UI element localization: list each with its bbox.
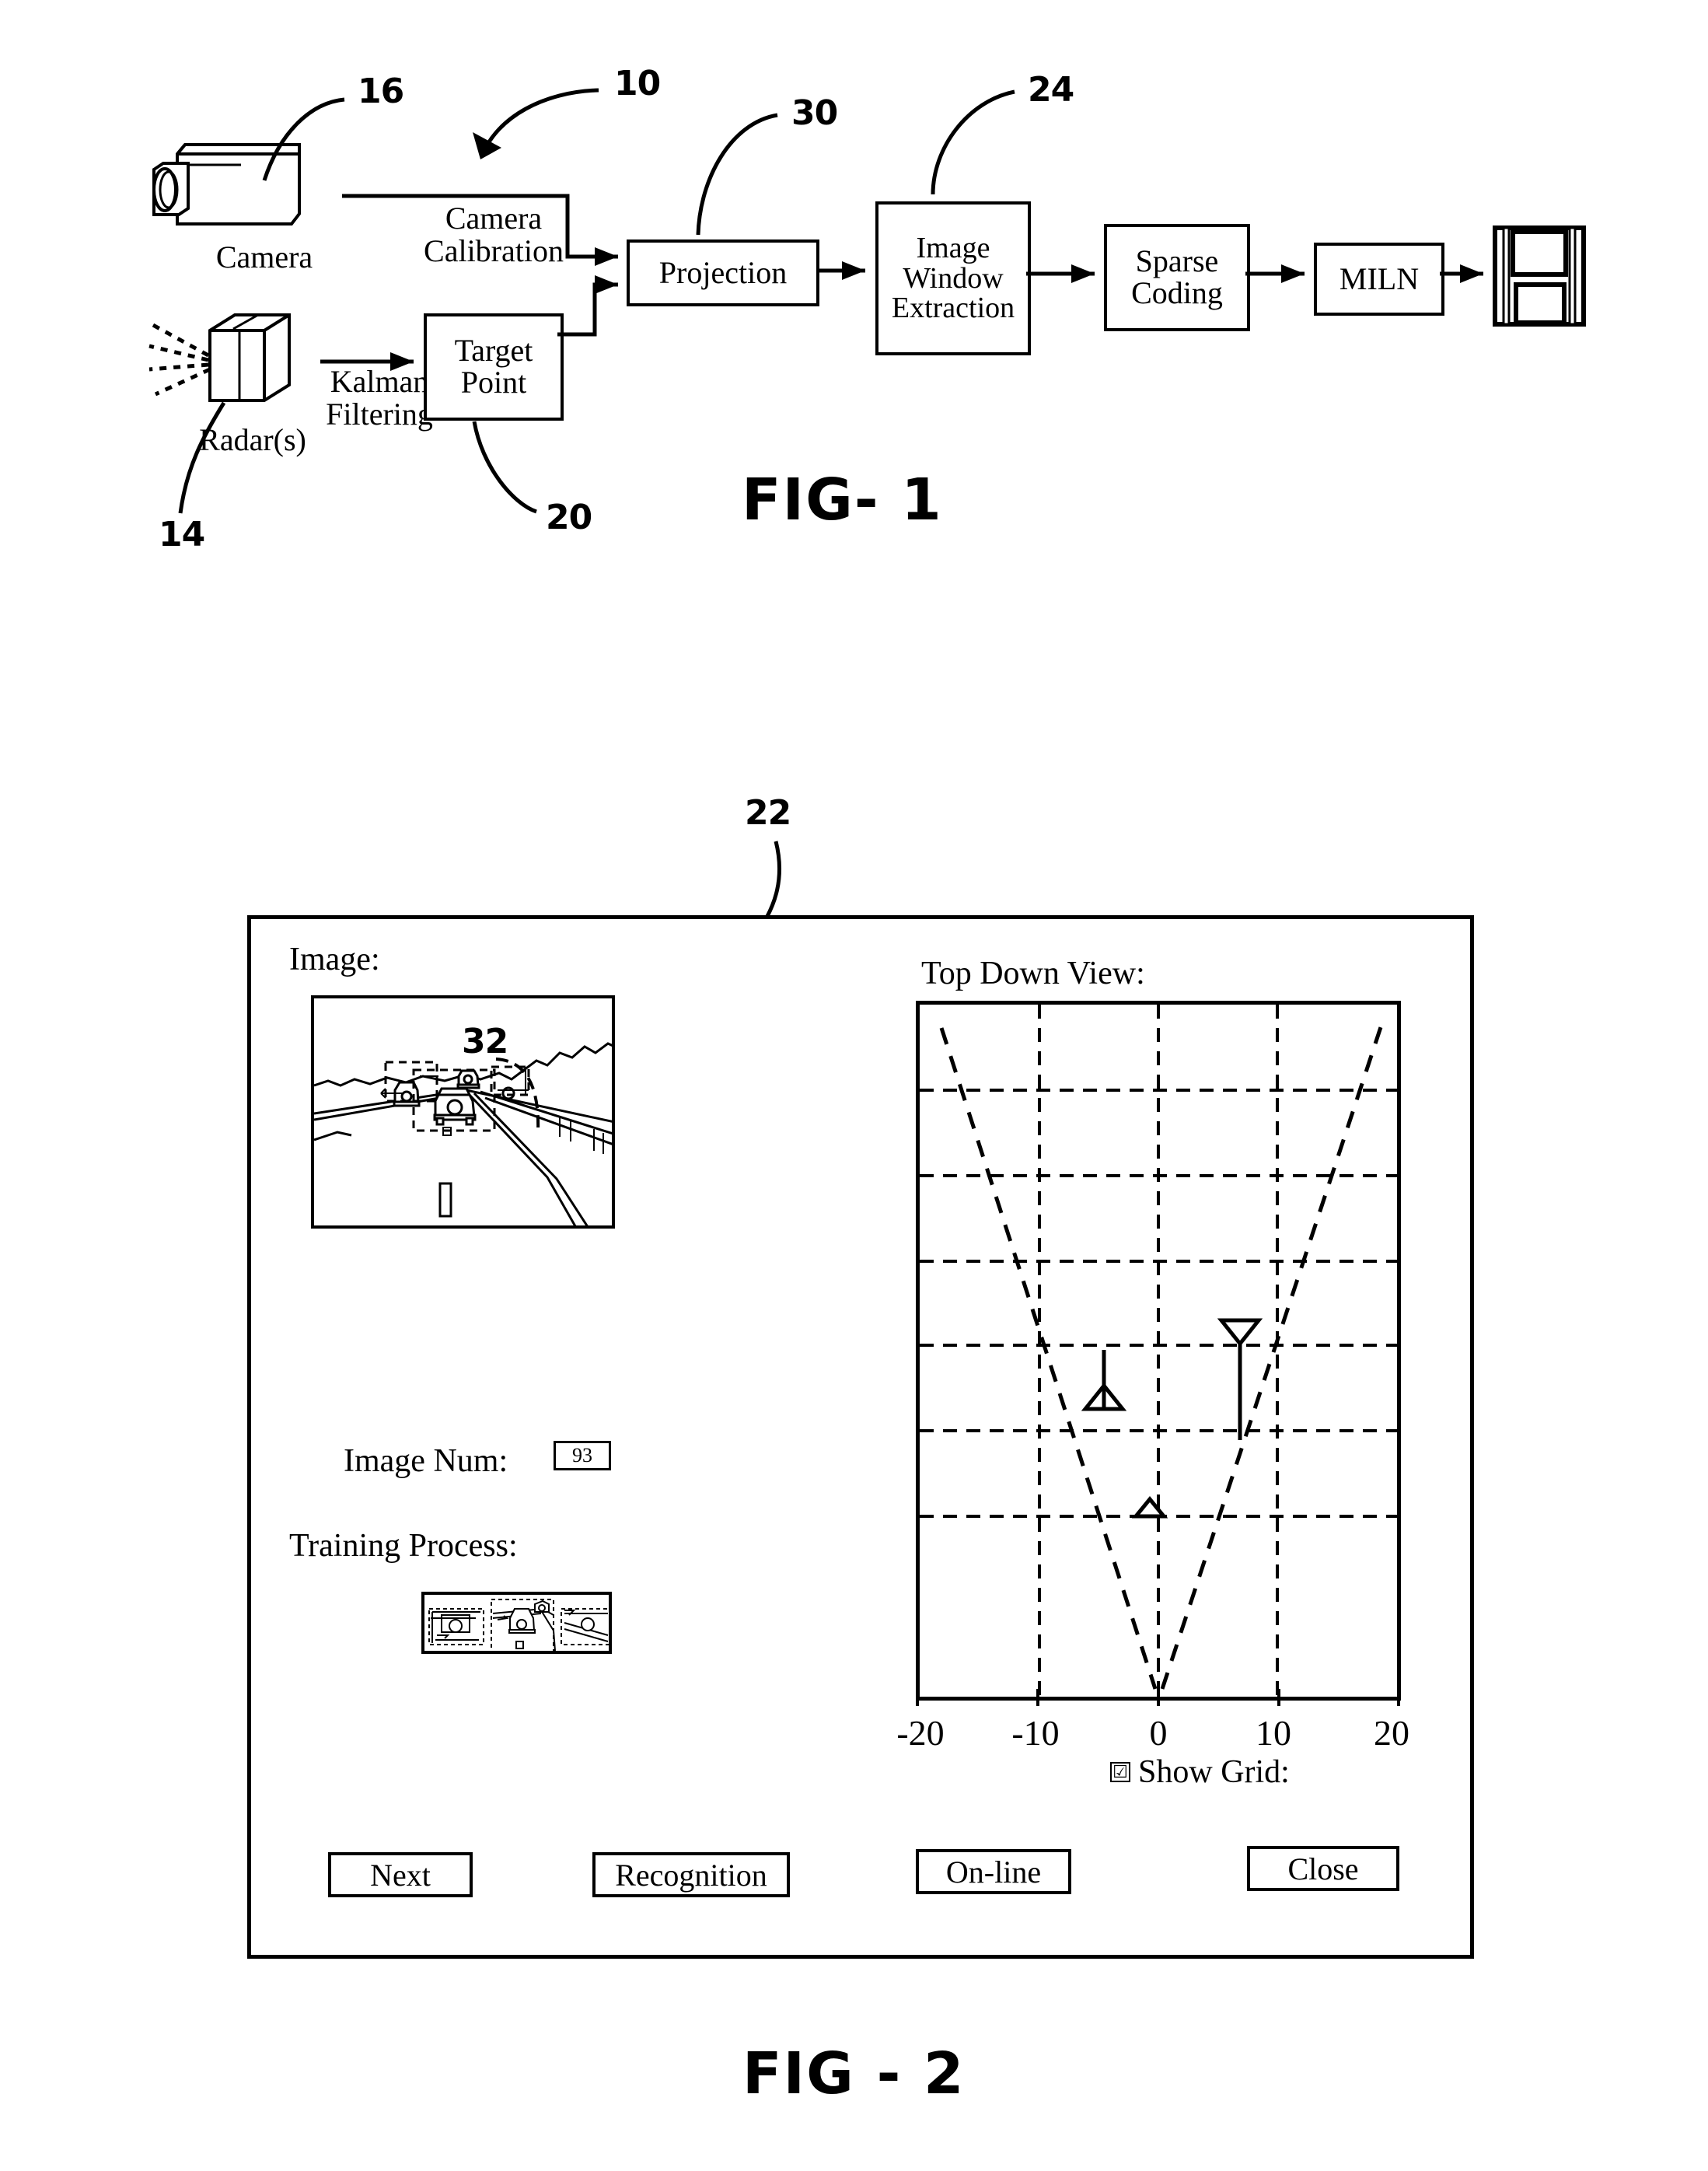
image-num-field[interactable]: 93 [554,1441,611,1470]
callout-10: 10 [614,64,661,103]
image-num-label: Image Num: [344,1443,508,1479]
recognition-button-label: Recognition [615,1857,767,1893]
recognition-button[interactable]: Recognition [592,1852,790,1897]
training-process-label: Training Process: [289,1528,518,1564]
online-button-label: On-line [945,1854,1042,1890]
training-thumbnails-drawing [424,1595,609,1651]
show-grid-row[interactable]: ☑ Show Grid: [1110,1753,1290,1791]
image-num-value: 93 [572,1444,592,1467]
show-grid-label: Show Grid: [1138,1754,1290,1790]
callout-20: 20 [546,498,592,537]
x-tick-10: 10 [1256,1713,1291,1753]
next-button-label: Next [370,1857,431,1893]
x-tick--20: -20 [896,1713,945,1753]
callout-14: 14 [159,515,205,554]
top-down-plot-drawing [920,1005,1397,1697]
figure2-title: FIG - 2 [742,2040,966,2107]
online-button[interactable]: On-line [916,1849,1071,1894]
close-button-label: Close [1287,1851,1359,1886]
callout-30: 30 [791,93,838,133]
callout-16: 16 [358,72,404,111]
close-button[interactable]: Close [1247,1846,1399,1891]
callout-32-leader [495,1058,540,1133]
x-tick-0: 0 [1149,1713,1168,1753]
x-tick-20: 20 [1374,1713,1409,1753]
callout-24: 24 [1028,70,1074,110]
show-grid-checkbox[interactable]: ☑ [1110,1762,1130,1782]
x-tick--10: -10 [1011,1713,1060,1753]
x-axis-ticks [916,1689,1400,1706]
figure1-title: FIG- 1 [742,467,943,533]
top-down-view-plot[interactable] [916,1001,1401,1701]
next-button[interactable]: Next [328,1852,473,1897]
top-down-view-label: Top Down View: [921,956,1145,991]
image-section-label: Image: [289,942,380,977]
training-process-thumbnails[interactable] [421,1592,612,1654]
